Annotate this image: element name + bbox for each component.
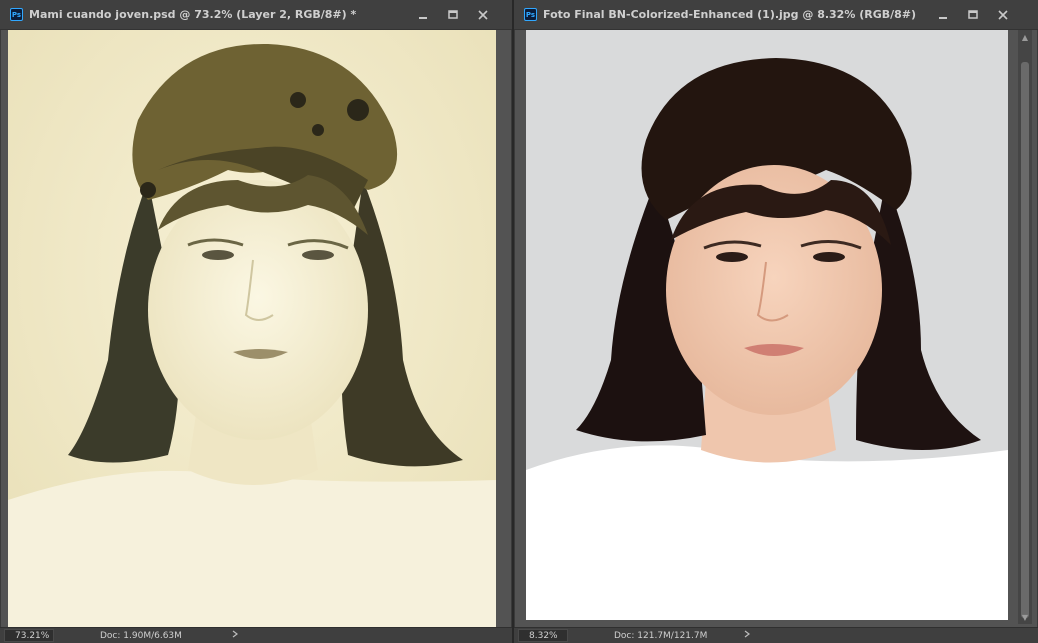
document-size-info: Doc: 1.90M/6.63M <box>100 630 182 641</box>
scroll-down-icon[interactable]: ▼ <box>1018 610 1032 624</box>
minimize-button[interactable] <box>408 4 438 26</box>
window-controls <box>408 0 512 29</box>
document-size-info: Doc: 121.7M/121.7M <box>614 630 708 641</box>
minimize-icon <box>419 16 427 19</box>
scroll-up-icon[interactable]: ▲ <box>1018 30 1032 44</box>
close-button[interactable] <box>988 4 1018 26</box>
minimize-icon <box>939 16 947 19</box>
chevron-right-icon <box>744 630 750 638</box>
vertical-scrollbar[interactable]: ▲ ▼ <box>1018 30 1032 624</box>
document-title: Foto Final BN-Colorized-Enhanced (1).jpg… <box>543 8 917 21</box>
zoom-level-field[interactable]: 73.21% <box>4 629 54 642</box>
maximize-icon <box>968 9 978 19</box>
maximize-button[interactable] <box>958 4 988 26</box>
document-canvas[interactable] <box>526 30 1008 620</box>
close-button[interactable] <box>468 4 498 26</box>
window-controls <box>928 0 1038 29</box>
status-menu-arrow[interactable] <box>744 630 750 641</box>
document-titlebar[interactable]: Ps Mami cuando joven.psd @ 73.2% (Layer … <box>0 0 512 30</box>
photoshop-icon: Ps <box>10 8 23 21</box>
portrait-image-colorized <box>526 30 1008 620</box>
document-window-left[interactable]: Ps Mami cuando joven.psd @ 73.2% (Layer … <box>0 0 512 643</box>
status-menu-arrow[interactable] <box>232 630 238 641</box>
status-bar: 8.32% Doc: 121.7M/121.7M <box>514 627 1038 643</box>
close-icon <box>478 9 488 20</box>
chevron-right-icon <box>232 630 238 638</box>
zoom-level-field[interactable]: 8.32% <box>518 629 568 642</box>
photoshop-icon: Ps <box>524 8 537 21</box>
portrait-image-sepia <box>8 30 496 628</box>
minimize-button[interactable] <box>928 4 958 26</box>
maximize-icon <box>448 9 458 19</box>
maximize-button[interactable] <box>438 4 468 26</box>
status-bar: 73.21% Doc: 1.90M/6.63M <box>0 627 512 643</box>
document-window-right[interactable]: Ps Foto Final BN-Colorized-Enhanced (1).… <box>514 0 1038 643</box>
document-title: Mami cuando joven.psd @ 73.2% (Layer 2, … <box>29 8 357 21</box>
document-titlebar[interactable]: Ps Foto Final BN-Colorized-Enhanced (1).… <box>514 0 1038 30</box>
document-canvas[interactable] <box>8 30 496 628</box>
scrollbar-thumb[interactable] <box>1021 62 1029 618</box>
close-icon <box>998 9 1008 20</box>
